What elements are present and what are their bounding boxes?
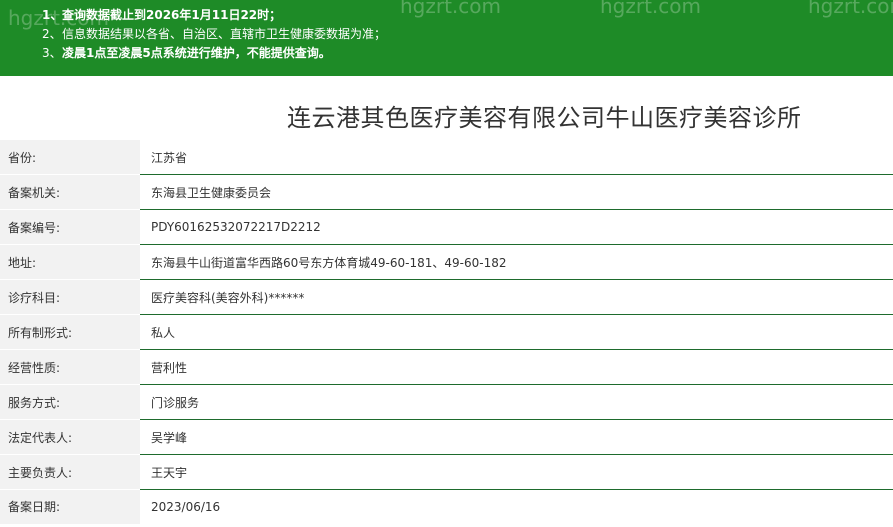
row-label-departments: 诊疗科目: <box>0 279 140 315</box>
notice-banner: hgzrt.com hgzrt.com hgzrt.com hgzrt.com … <box>0 0 893 76</box>
page-title: 连云港其色医疗美容有限公司牛山医疗美容诊所 <box>287 104 802 132</box>
table-row: 地址: 东海县牛山街道富华西路60号东方体育城49-60-181、49-60-18… <box>0 244 893 280</box>
row-value-principal: 王天宇 <box>140 454 893 490</box>
row-value-legal-rep: 吴学峰 <box>140 419 893 455</box>
info-table-body: 省份: 江苏省 备案机关: 东海县卫生健康委员会 备案编号: PDY601625320… <box>0 140 893 525</box>
notice-item: 3、凌晨1点至凌晨5点系统进行维护，不能提供查询。 <box>42 44 893 63</box>
table-row: 备案日期: 2023/06/16 <box>0 489 893 525</box>
watermark: hgzrt.com <box>808 0 893 18</box>
row-label-legal-rep: 法定代表人: <box>0 419 140 455</box>
row-value-service-type: 门诊服务 <box>140 384 893 420</box>
row-value-ownership: 私人 <box>140 314 893 350</box>
table-row: 省份: 江苏省 <box>0 140 893 175</box>
table-row: 服务方式: 门诊服务 <box>0 384 893 420</box>
row-label-province: 省份: <box>0 140 140 175</box>
watermark: hgzrt.com <box>600 0 702 18</box>
notice-item-text: 信息数据结果以各省、自治区、直辖市卫生健康委数据为准； <box>62 27 387 41</box>
row-label-ownership: 所有制形式: <box>0 314 140 350</box>
row-label-record-date: 备案日期: <box>0 489 140 525</box>
watermark: hgzrt.com <box>400 0 502 18</box>
row-label-service-type: 服务方式: <box>0 384 140 420</box>
table-row: 备案机关: 东海县卫生健康委员会 <box>0 174 893 210</box>
row-label-business-nature: 经营性质: <box>0 349 140 385</box>
notice-item: 2、信息数据结果以各省、自治区、直辖市卫生健康委数据为准； <box>42 25 893 44</box>
table-row: 所有制形式: 私人 <box>0 314 893 350</box>
row-label-principal: 主要负责人: <box>0 454 140 490</box>
table-row: 主要负责人: 王天宇 <box>0 454 893 490</box>
table-row: 诊疗科目: 医疗美容科(美容外科)****** <box>0 279 893 315</box>
row-value-business-nature: 营利性 <box>140 349 893 385</box>
info-table: 省份: 江苏省 备案机关: 东海县卫生健康委员会 备案编号: PDY601625320… <box>0 140 893 525</box>
row-value-authority: 东海县卫生健康委员会 <box>140 174 893 210</box>
table-row: 经营性质: 营利性 <box>0 349 893 385</box>
row-value-province: 江苏省 <box>140 140 893 175</box>
title-area: 连云港其色医疗美容有限公司牛山医疗美容诊所 <box>0 76 893 140</box>
row-label-address: 地址: <box>0 244 140 280</box>
row-label-record-number: 备案编号: <box>0 209 140 245</box>
row-value-record-number: PDY60162532072217D2212 <box>140 209 893 245</box>
table-row: 法定代表人: 吴学峰 <box>0 419 893 455</box>
notice-item-number: 3、 <box>42 46 62 60</box>
row-value-record-date: 2023/06/16 <box>151 500 221 514</box>
row-value-address: 东海县牛山街道富华西路60号东方体育城49-60-181、49-60-182 <box>140 244 893 280</box>
watermark: hgzrt.com <box>8 6 110 30</box>
row-value-departments: 医疗美容科(美容外科)****** <box>140 279 893 315</box>
notice-item-text: 凌晨1点至凌晨5点系统进行维护，不能提供查询。 <box>62 46 331 60</box>
row-label-authority: 备案机关: <box>0 174 140 210</box>
table-row: 备案编号: PDY60162532072217D2212 <box>0 209 893 245</box>
